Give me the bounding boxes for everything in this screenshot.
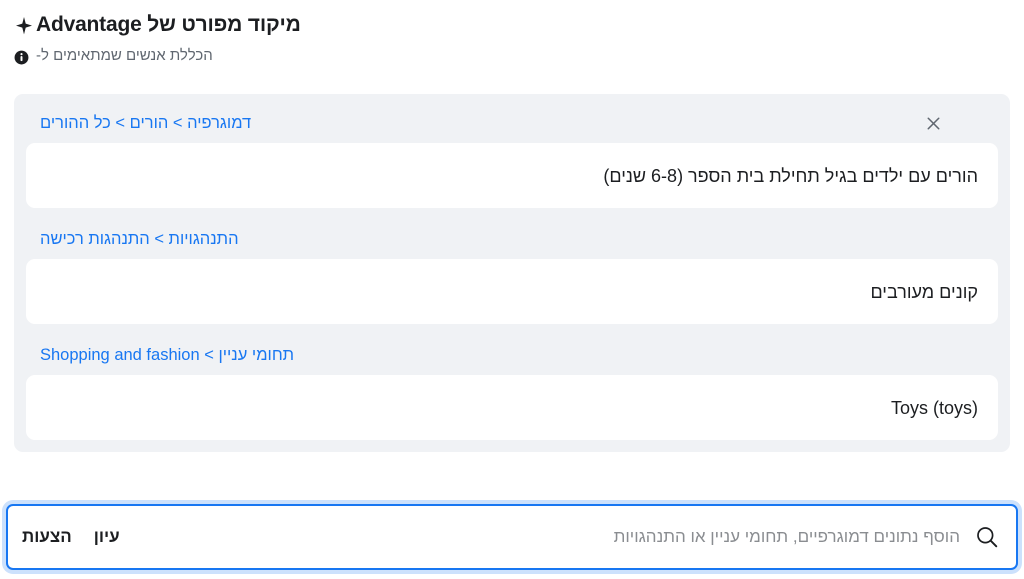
browse-button[interactable]: עיון [92, 522, 122, 552]
header-subtitle-row: הכללת אנשים שמתאימים ל- [14, 43, 1010, 69]
close-icon [927, 117, 939, 129]
group-header: דמוגרפיה > הורים > כל ההורים [26, 104, 998, 142]
targeting-chip[interactable]: קונים מעורבים [26, 259, 998, 324]
header-subtitle: הכללת אנשים שמתאימים ל- [36, 47, 213, 64]
page-title: מיקוד מפורט של Advantage [36, 13, 301, 36]
targeting-chip-label: Toys (toys) [890, 397, 978, 418]
search-input[interactable] [135, 506, 960, 568]
group-header: תחומי עניין > Shopping and fashion [26, 336, 998, 374]
advantage-detailed-targeting-panel: מיקוד מפורט של Advantage הכללת אנשים שמת… [0, 0, 1024, 579]
close-icon-button[interactable] [918, 108, 948, 138]
header-title-row: מיקוד מפורט של Advantage [14, 8, 1010, 42]
targeting-chip[interactable]: Toys (toys) [26, 375, 998, 440]
group-header: התנהגויות > התנהגות רכישה [26, 220, 998, 258]
breadcrumb[interactable]: דמוגרפיה > הורים > כל ההורים [40, 112, 251, 134]
sparkle-icon [14, 16, 34, 36]
targeting-chip-label: הורים עם ילדים בגיל תחילת בית הספר (6-8 … [603, 165, 978, 186]
panel-header: מיקוד מפורט של Advantage הכללת אנשים שמת… [0, 0, 1024, 69]
targeting-group: דמוגרפיה > הורים > כל ההורים הורים עם יל… [26, 104, 998, 208]
info-icon[interactable] [14, 50, 29, 65]
search-action-buttons: עיון הצעות [20, 522, 136, 552]
targeting-card: דמוגרפיה > הורים > כל ההורים הורים עם יל… [14, 94, 1010, 452]
targeting-search-bar[interactable]: עיון הצעות [6, 504, 1018, 570]
targeting-chip[interactable]: הורים עם ילדים בגיל תחילת בית הספר (6-8 … [26, 143, 998, 208]
targeting-chip-label: קונים מעורבים [870, 281, 978, 302]
targeting-group: תחומי עניין > Shopping and fashion Toys … [26, 336, 998, 440]
breadcrumb[interactable]: התנהגויות > התנהגות רכישה [40, 228, 239, 250]
suggestions-button[interactable]: הצעות [20, 522, 74, 552]
targeting-group: התנהגויות > התנהגות רכישה קונים מעורבים [26, 220, 998, 324]
breadcrumb[interactable]: תחומי עניין > Shopping and fashion [40, 344, 294, 366]
search-icon [974, 524, 1000, 550]
